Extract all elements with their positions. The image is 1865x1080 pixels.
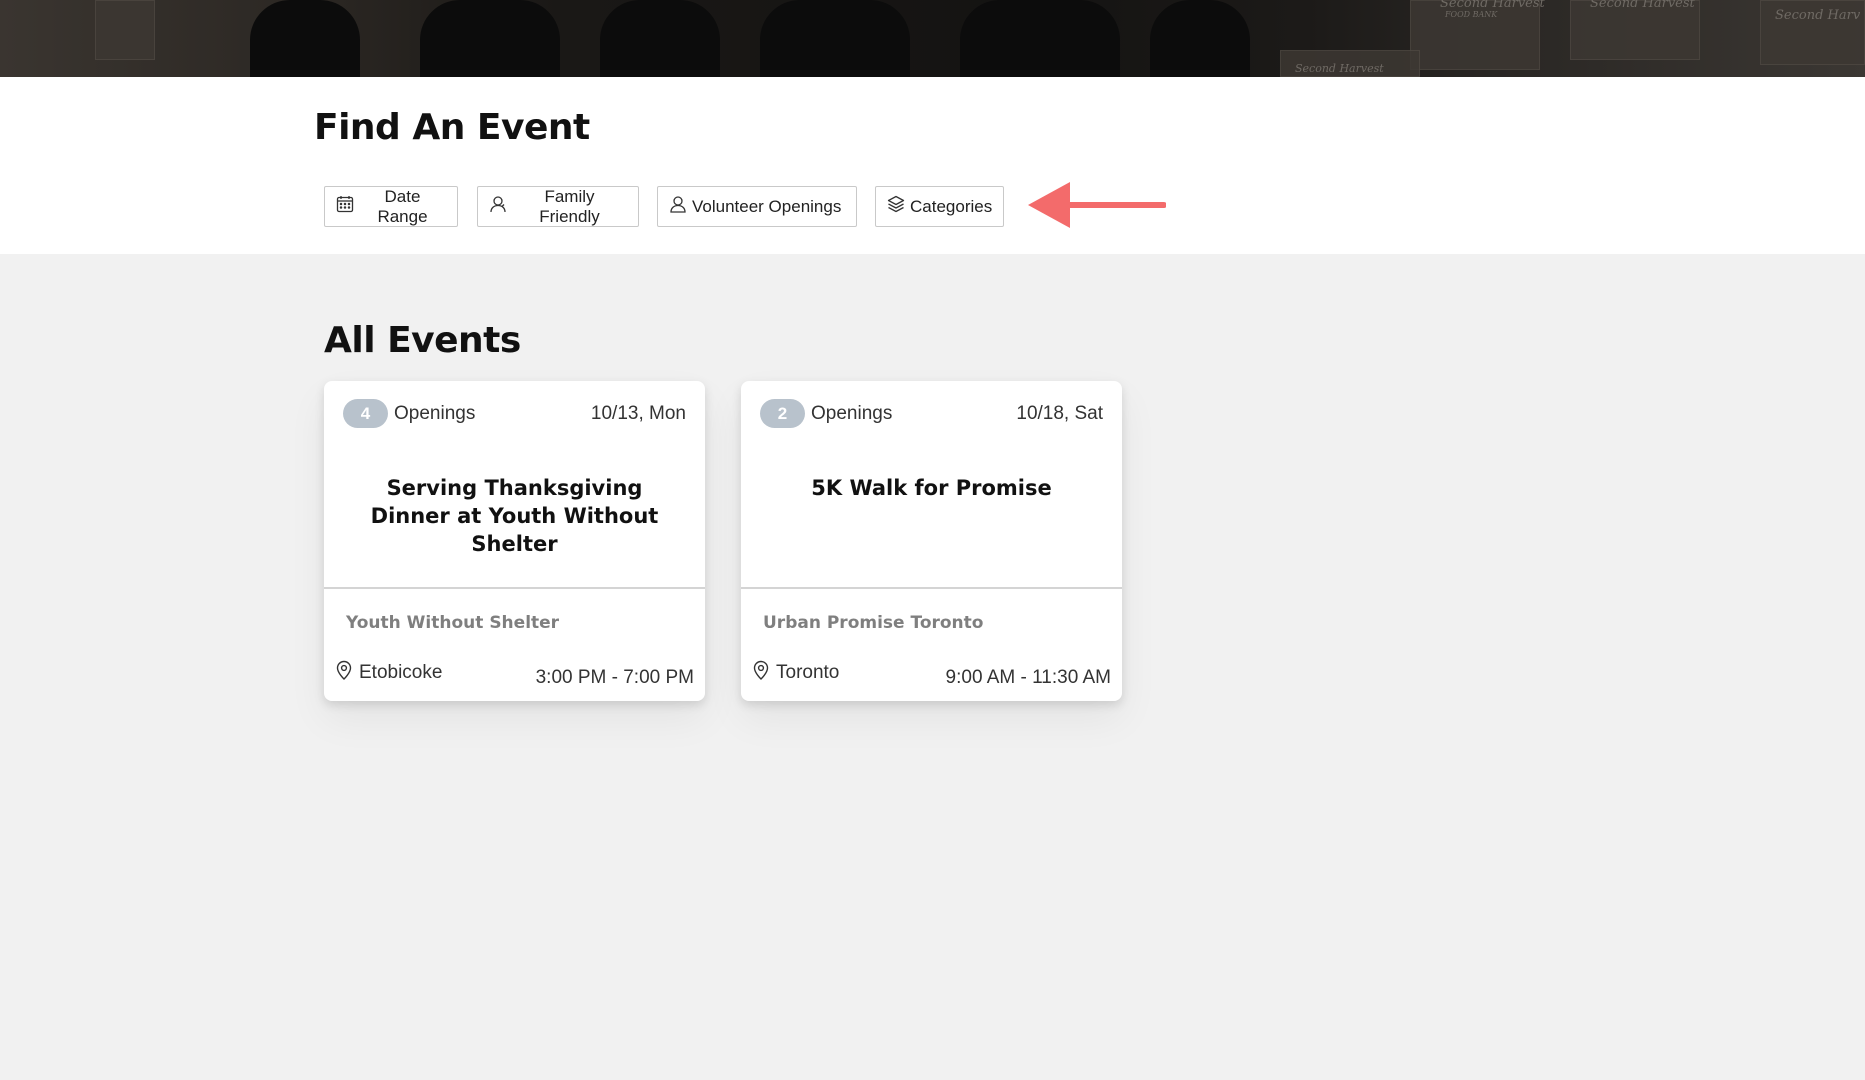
- filter-section: [0, 77, 1865, 254]
- event-time: 9:00 AM - 11:30 AM: [945, 667, 1111, 688]
- section-title: All Events: [324, 320, 521, 361]
- event-card[interactable]: 2 Openings 10/18, Sat 5K Walk for Promis…: [741, 381, 1122, 701]
- calendar-icon: [336, 195, 354, 218]
- family-friendly-filter-label: Family Friendly: [539, 186, 600, 226]
- banner-text: FOOD BANK: [1445, 10, 1498, 19]
- annotation-arrow: [1028, 182, 1166, 228]
- volunteer-openings-filter-label: Volunteer Openings: [692, 196, 842, 216]
- openings-row: 2 Openings: [760, 399, 892, 428]
- location-pin-icon: [752, 660, 770, 686]
- date-range-filter-label: Date Range: [377, 186, 428, 226]
- event-organization: Urban Promise Toronto: [763, 613, 984, 633]
- banner-text: Second Harvest: [1295, 62, 1384, 75]
- openings-label: Openings: [394, 402, 476, 424]
- family-friendly-filter-button[interactable]: Family Friendly: [477, 186, 639, 227]
- event-location-label: Etobicoke: [359, 662, 443, 683]
- banner-person: [960, 0, 1120, 77]
- volunteer-openings-filter-button[interactable]: Volunteer Openings: [657, 186, 857, 227]
- page-title: Find An Event: [314, 107, 590, 148]
- banner-box: [95, 0, 155, 60]
- banner-person: [600, 0, 720, 77]
- event-card[interactable]: 4 Openings 10/13, Mon Serving Thanksgivi…: [324, 381, 705, 701]
- card-divider: [741, 587, 1122, 589]
- user-icon: [489, 195, 507, 218]
- event-location-label: Toronto: [776, 662, 840, 683]
- openings-label: Openings: [811, 402, 893, 424]
- banner-person: [1150, 0, 1250, 77]
- categories-filter-label: Categories: [910, 196, 993, 216]
- user-icon: [669, 195, 687, 218]
- openings-count-badge: 4: [343, 399, 388, 428]
- hero-banner-image: Second Harvest FOOD BANK Second Harvest …: [0, 0, 1865, 77]
- date-range-filter-button[interactable]: Date Range: [324, 186, 458, 227]
- banner-text: Second Harv: [1775, 8, 1861, 23]
- banner-person: [760, 0, 910, 77]
- openings-row: 4 Openings: [343, 399, 475, 428]
- banner-person: [250, 0, 360, 77]
- event-card-header: 4 Openings 10/13, Mon Serving Thanksgivi…: [324, 381, 705, 587]
- event-location: Toronto: [752, 660, 839, 686]
- banner-person: [420, 0, 560, 77]
- event-title[interactable]: 5K Walk for Promise: [761, 474, 1102, 502]
- openings-count-badge: 2: [760, 399, 805, 428]
- event-location: Etobicoke: [335, 660, 442, 686]
- event-date: 10/13, Mon: [590, 403, 686, 424]
- event-time: 3:00 PM - 7:00 PM: [535, 667, 694, 688]
- banner-text: Second Harvest: [1590, 0, 1695, 11]
- event-date: 10/18, Sat: [1016, 403, 1103, 424]
- categories-filter-button[interactable]: Categories: [875, 186, 1004, 227]
- event-card-header: 2 Openings 10/18, Sat 5K Walk for Promis…: [741, 381, 1122, 587]
- event-organization: Youth Without Shelter: [346, 613, 560, 633]
- layers-icon: [887, 195, 905, 218]
- event-title[interactable]: Serving Thanksgiving Dinner at Youth Wit…: [344, 474, 685, 558]
- location-pin-icon: [335, 660, 353, 686]
- card-divider: [324, 587, 705, 589]
